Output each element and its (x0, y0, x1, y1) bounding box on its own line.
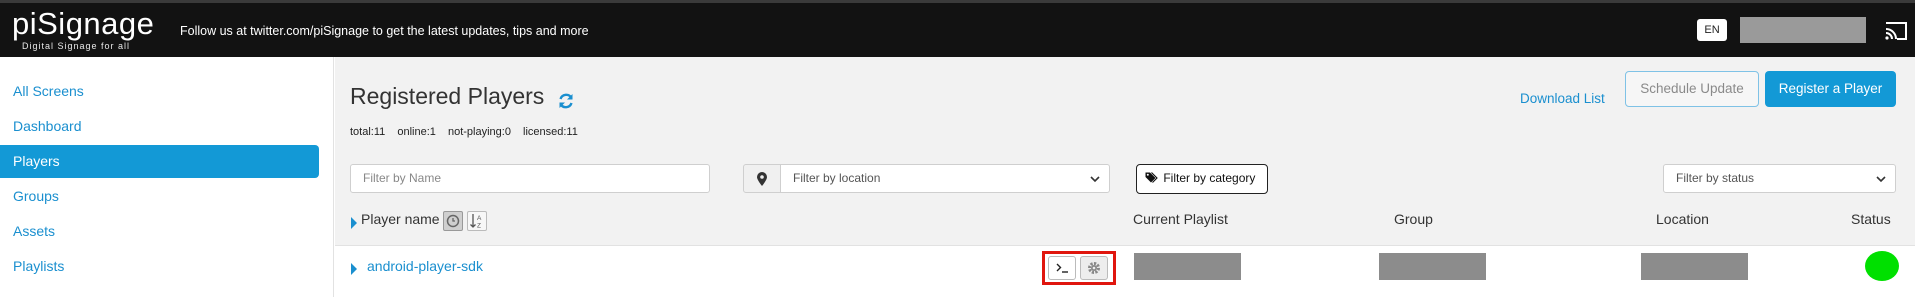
filter-status-value: Filter by status (1676, 171, 1755, 185)
terminal-icon (1056, 263, 1068, 273)
sidebar-item-playlists[interactable]: Playlists (0, 250, 319, 283)
filter-location-select[interactable]: Filter by location (780, 164, 1110, 193)
map-marker-icon (757, 172, 767, 186)
schedule-update-button[interactable]: Schedule Update (1625, 71, 1759, 107)
logo-tagline: Digital Signage for all (21, 41, 131, 51)
terminal-button[interactable] (1048, 256, 1076, 280)
sidebar-item-all-screens[interactable]: All Screens (0, 75, 319, 108)
column-location: Location (1656, 211, 1709, 227)
expand-row-icon[interactable] (351, 263, 357, 275)
chevron-down-icon (1090, 176, 1100, 183)
filter-status-select[interactable]: Filter by status (1663, 164, 1896, 193)
download-list-link[interactable]: Download List (1520, 82, 1605, 116)
sort-alpha-button[interactable]: A Z (467, 211, 487, 231)
filter-location-value: Filter by location (793, 171, 881, 185)
column-status: Status (1851, 211, 1891, 227)
stat-licensed: licensed:11 (523, 126, 578, 138)
gear-icon (1088, 262, 1100, 274)
expand-all-icon[interactable] (351, 217, 357, 229)
top-bar: piSignage Digital Signage for all Follow… (0, 0, 1915, 57)
column-current-playlist: Current Playlist (1133, 211, 1228, 227)
follow-message: Follow us at twitter.com/piSignage to ge… (180, 24, 589, 38)
filter-name-input[interactable]: Filter by Name (350, 164, 710, 193)
chevron-down-icon (1876, 176, 1886, 183)
stat-not-playing: not-playing:0 (447, 126, 511, 138)
location-value (1641, 253, 1748, 280)
current-playlist-value (1134, 253, 1241, 280)
column-group: Group (1394, 211, 1433, 227)
clock-icon (446, 214, 460, 228)
svg-text:A: A (477, 215, 482, 222)
sort-alpha-icon: A Z (470, 214, 482, 230)
group-value (1379, 253, 1486, 280)
filter-category-label: Filter by category (1163, 171, 1256, 185)
register-player-button[interactable]: Register a Player (1765, 71, 1896, 107)
player-name-link[interactable]: android-player-sdk (367, 258, 483, 274)
logo[interactable]: piSignage Digital Signage for all (12, 6, 155, 52)
sidebar-item-dashboard[interactable]: Dashboard (0, 110, 319, 143)
svg-text:Z: Z (477, 223, 481, 230)
status-online-indicator (1865, 251, 1899, 281)
location-pin-addon (743, 164, 781, 193)
stat-total: total:11 (350, 126, 386, 138)
cast-icon[interactable] (1884, 20, 1908, 42)
tags-icon (1145, 172, 1158, 183)
filter-category-button[interactable]: Filter by category (1136, 164, 1268, 194)
player-stats: total:11 online:1 not-playing:0 licensed… (350, 126, 587, 138)
page-title: Registered Players (350, 83, 545, 109)
sort-by-time-button[interactable] (443, 211, 463, 231)
sidebar-item-players[interactable]: Players (0, 145, 319, 178)
stat-online: online:1 (397, 126, 436, 138)
language-button[interactable]: EN (1697, 19, 1727, 41)
logo-text: piSignage (12, 6, 155, 41)
refresh-icon[interactable] (557, 92, 575, 110)
column-player-name[interactable]: Player name (361, 211, 440, 227)
settings-button[interactable] (1080, 256, 1108, 280)
sidebar-item-groups[interactable]: Groups (0, 180, 319, 213)
user-account-box[interactable] (1740, 17, 1866, 43)
sidebar: All Screens Dashboard Players Groups Ass… (0, 57, 334, 297)
sidebar-item-assets[interactable]: Assets (0, 215, 319, 248)
